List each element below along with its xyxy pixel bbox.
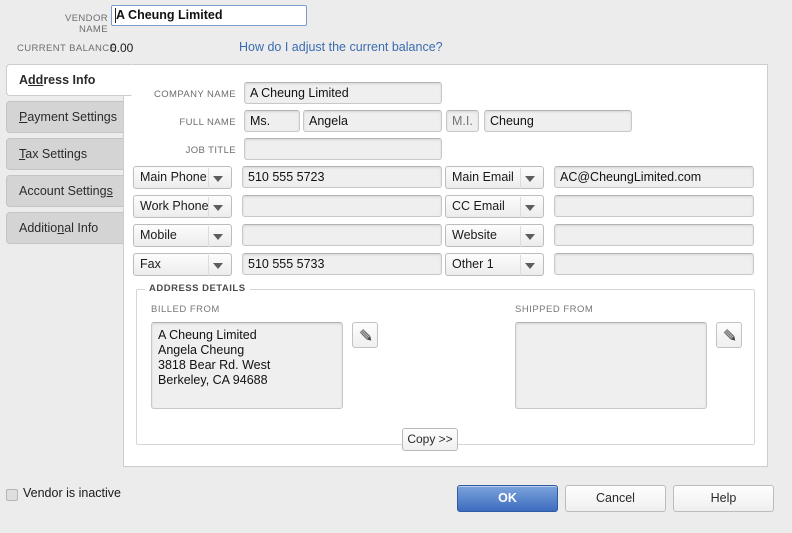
combo-separator [520, 168, 521, 189]
tab-tax-settings[interactable]: Tax Settings [6, 138, 124, 170]
combo-separator [208, 226, 209, 247]
combo-separator [520, 255, 521, 276]
main-phone-input[interactable] [242, 166, 442, 188]
contact-type-select-work-phone[interactable]: Work Phone [133, 195, 232, 218]
ok-button[interactable]: OK [457, 485, 558, 512]
billed-from-address[interactable]: A Cheung Limited Angela Cheung 3818 Bear… [151, 322, 343, 409]
middle-initial-input[interactable] [446, 110, 479, 132]
cc-email-input[interactable] [554, 195, 754, 217]
combo-separator [208, 197, 209, 218]
contact-type-select-mobile[interactable]: Mobile [133, 224, 232, 247]
pencil-icon [721, 327, 739, 345]
dialog-footer: Vendor is inactive OK Cancel Help [0, 467, 792, 533]
chevron-down-icon [525, 176, 535, 182]
current-balance-label: CURRENT BALANCE [17, 43, 116, 54]
contact-type-select-main-email[interactable]: Main Email [445, 166, 544, 189]
copy-address-button[interactable]: Copy >> [402, 428, 458, 451]
address-info-panel: COMPANY NAME FULL NAME JOB TITLE Main Ph… [123, 64, 768, 467]
tab-accel-key: s [107, 184, 113, 198]
contact-type-label: Other 1 [452, 257, 494, 271]
tab-label-part: ax Settings [25, 147, 87, 161]
tab-label-part: Additio [19, 221, 57, 235]
contact-type-label: Main Phone [140, 170, 207, 184]
contact-type-label: Mobile [140, 228, 177, 242]
address-details-group: ADDRESS DETAILS BILLED FROM A Cheung Lim… [136, 289, 755, 445]
tab-address-info[interactable]: Address Info [6, 64, 132, 96]
tab-label-part: ress Info [43, 73, 95, 87]
tab-additional-info[interactable]: Additional Info [6, 212, 124, 244]
edit-billed-from-button[interactable] [352, 322, 378, 348]
salutation-input[interactable] [244, 110, 300, 132]
tab-label-part: ayment Settings [27, 110, 117, 124]
chevron-down-icon [213, 205, 223, 211]
combo-separator [208, 168, 209, 189]
company-name-label: COMPANY NAME [136, 89, 236, 100]
vendor-inactive-checkbox[interactable] [6, 489, 18, 501]
help-button[interactable]: Help [673, 485, 774, 512]
current-balance-value: 0.00 [110, 41, 133, 55]
pencil-icon [357, 327, 375, 345]
edit-shipped-from-button[interactable] [716, 322, 742, 348]
contact-type-label: Website [452, 228, 497, 242]
mobile-input[interactable] [242, 224, 442, 246]
website-input[interactable] [554, 224, 754, 246]
tab-payment-settings[interactable]: Payment Settings [6, 101, 124, 133]
company-name-input[interactable] [244, 82, 442, 104]
chevron-down-icon [525, 234, 535, 240]
tab-account-settings[interactable]: Account Settings [6, 175, 124, 207]
vendor-name-input[interactable] [111, 5, 307, 26]
shipped-from-address[interactable] [515, 322, 707, 409]
chevron-down-icon [213, 176, 223, 182]
text-caret [115, 8, 116, 23]
job-title-label: JOB TITLE [136, 145, 236, 156]
shipped-from-label: SHIPPED FROM [515, 304, 593, 315]
contact-type-select-website[interactable]: Website [445, 224, 544, 247]
contact-type-select-cc-email[interactable]: CC Email [445, 195, 544, 218]
combo-separator [520, 226, 521, 247]
work-phone-input[interactable] [242, 195, 442, 217]
billed-from-label: BILLED FROM [151, 304, 220, 315]
contact-type-select-other-1[interactable]: Other 1 [445, 253, 544, 276]
vendor-name-label: VENDOR NAME [36, 13, 108, 35]
chevron-down-icon [525, 205, 535, 211]
contact-type-select-fax[interactable]: Fax [133, 253, 232, 276]
other-1-input[interactable] [554, 253, 754, 275]
main-email-input[interactable] [554, 166, 754, 188]
combo-separator [520, 197, 521, 218]
contact-type-label: CC Email [452, 199, 505, 213]
combo-separator [208, 255, 209, 276]
tab-strip: Address Info Payment Settings Tax Settin… [6, 64, 130, 464]
contact-type-label: Work Phone [140, 199, 209, 213]
tab-label-part: A [19, 73, 28, 87]
first-name-input[interactable] [303, 110, 442, 132]
tab-label-part: Account Setting [19, 184, 107, 198]
contact-type-label: Main Email [452, 170, 514, 184]
adjust-balance-link[interactable]: How do I adjust the current balance? [239, 40, 443, 54]
fax-input[interactable] [242, 253, 442, 275]
chevron-down-icon [213, 263, 223, 269]
tab-label-part: al Info [64, 221, 98, 235]
contact-type-label: Fax [140, 257, 161, 271]
dialog-header: VENDOR NAME CURRENT BALANCE 0.00 How do … [0, 0, 792, 62]
full-name-label: FULL NAME [136, 117, 236, 128]
cancel-button[interactable]: Cancel [565, 485, 666, 512]
job-title-input[interactable] [244, 138, 442, 160]
chevron-down-icon [525, 263, 535, 269]
last-name-input[interactable] [484, 110, 632, 132]
chevron-down-icon [213, 234, 223, 240]
vendor-inactive-label[interactable]: Vendor is inactive [23, 486, 121, 500]
contact-type-select-main-phone[interactable]: Main Phone [133, 166, 232, 189]
address-details-legend: ADDRESS DETAILS [145, 283, 250, 294]
tab-accel-key: dd [28, 73, 43, 87]
